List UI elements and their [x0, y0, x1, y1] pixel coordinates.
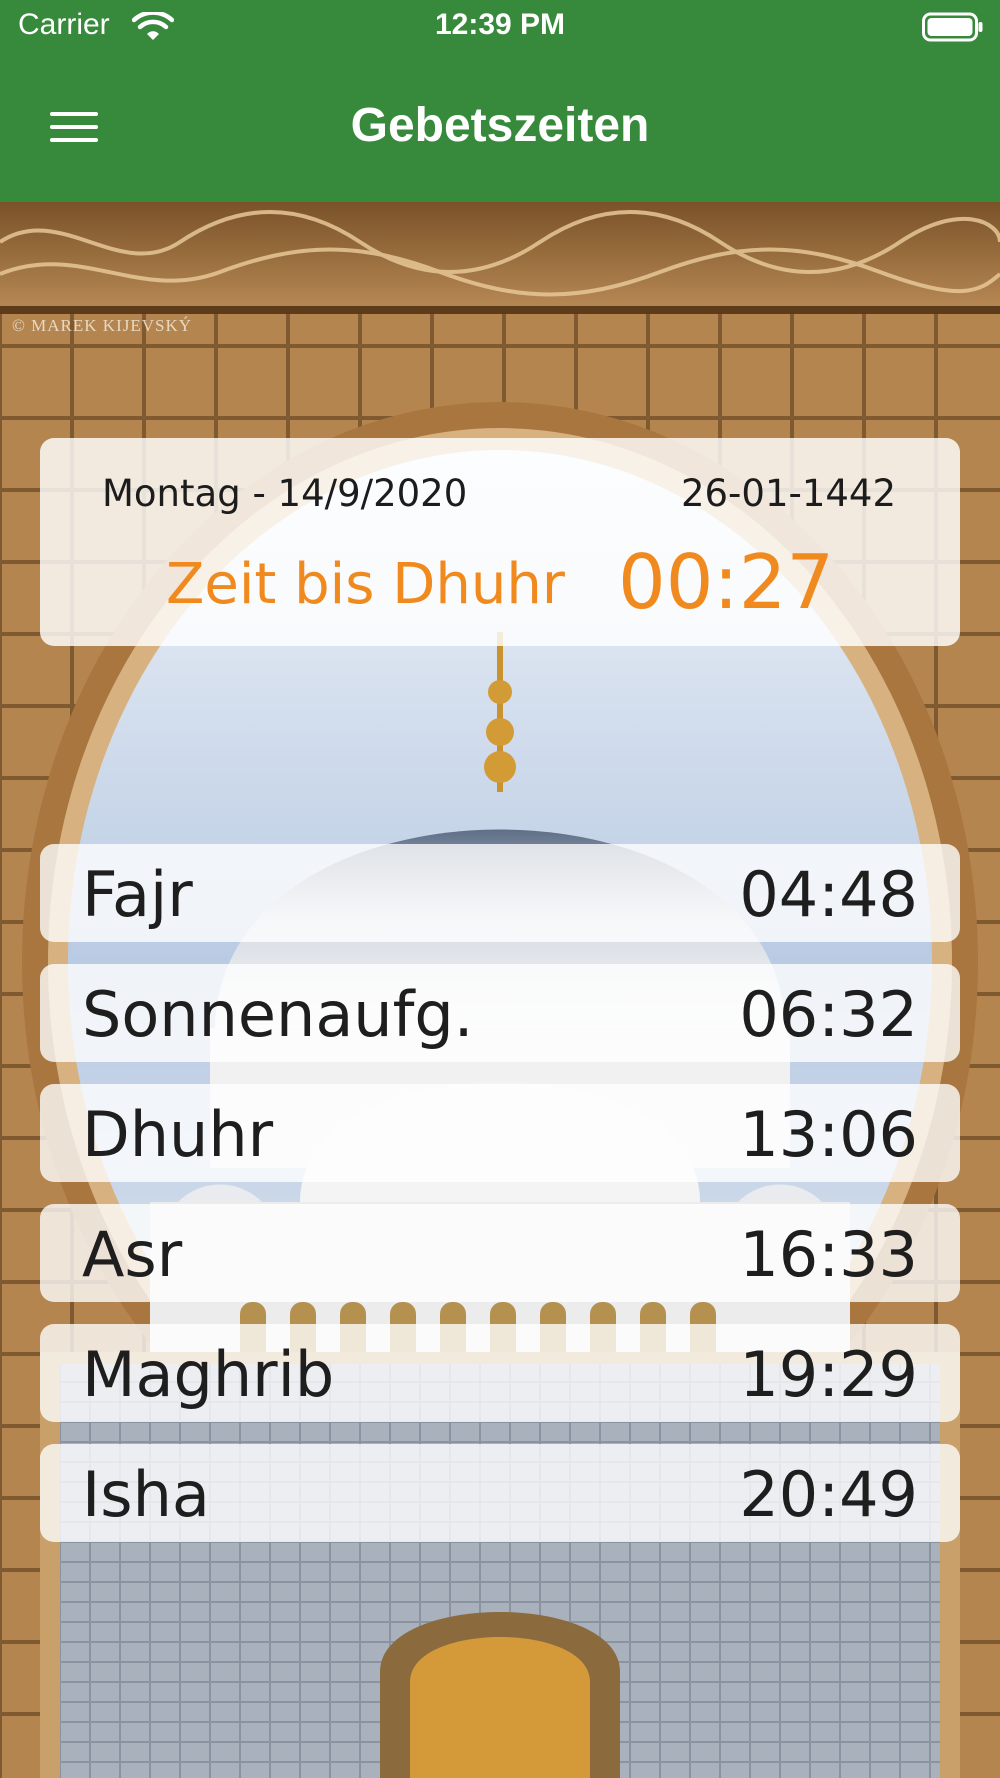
prayer-name: Sonnenaufg.: [82, 978, 474, 1051]
prayer-name: Fajr: [82, 858, 193, 931]
battery-icon: [922, 12, 983, 42]
prayer-name: Maghrib: [82, 1338, 335, 1411]
prayer-row-sunrise[interactable]: Sonnenaufg. 06:32: [40, 964, 960, 1062]
prayer-name: Asr: [82, 1218, 183, 1291]
app-header: Carrier 12:39 PM Gebetszeiten: [0, 0, 1000, 202]
prayer-time: 20:49: [739, 1458, 918, 1531]
prayer-name: Dhuhr: [82, 1098, 274, 1171]
prayer-row-dhuhr[interactable]: Dhuhr 13:06: [40, 1084, 960, 1182]
status-bar: Carrier 12:39 PM: [0, 0, 1000, 54]
prayer-row-maghrib[interactable]: Maghrib 19:29: [40, 1324, 960, 1422]
prayer-time: 19:29: [739, 1338, 918, 1411]
gregorian-date: Montag - 14/9/2020: [102, 472, 468, 515]
hijri-date: 26-01-1442: [680, 472, 896, 515]
prayer-time: 06:32: [739, 978, 918, 1051]
prayer-time: 13:06: [739, 1098, 918, 1171]
photo-credit-watermark: © MAREK KIJEVSKÝ: [12, 316, 193, 335]
date-countdown-card: Montag - 14/9/2020 26-01-1442 Zeit bis D…: [40, 438, 960, 646]
prayer-time: 04:48: [739, 858, 918, 931]
app-screen: © MAREK KIJEVSKÝ Carrier 12:39 PM Gebets…: [0, 0, 1000, 1778]
countdown-label: Zeit bis Dhuhr: [166, 552, 565, 617]
countdown-value: 00:27: [618, 538, 835, 626]
prayer-name: Isha: [82, 1458, 210, 1531]
page-title: Gebetszeiten: [350, 99, 650, 152]
prayer-row-asr[interactable]: Asr 16:33: [40, 1204, 960, 1302]
status-time: 12:39 PM: [434, 8, 566, 41]
prayer-row-fajr[interactable]: Fajr 04:48: [40, 844, 960, 942]
prayer-row-isha[interactable]: Isha 20:49: [40, 1444, 960, 1542]
prayer-time: 16:33: [739, 1218, 918, 1291]
